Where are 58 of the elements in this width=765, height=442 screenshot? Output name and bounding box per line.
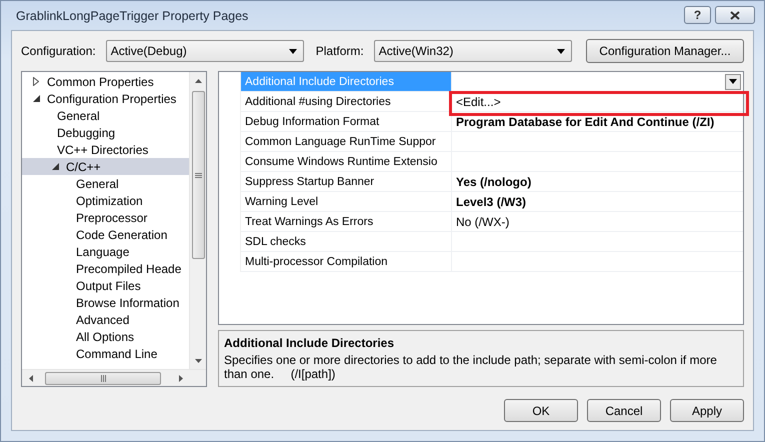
tree-item[interactable]: Advanced [22, 311, 189, 328]
property-value[interactable]: No (/WX-) [456, 214, 510, 228]
window-title: GrablinkLongPageTrigger Property Pages [16, 8, 248, 22]
property-name[interactable]: Warning Level [241, 192, 452, 211]
tree-item[interactable]: C/C++ [22, 158, 189, 175]
property-name[interactable]: Suppress Startup Banner [241, 172, 452, 191]
up-arrow-icon[interactable] [194, 78, 202, 82]
help-button[interactable]: ? [684, 6, 711, 24]
grip-icon [100, 374, 106, 382]
close-icon [730, 10, 740, 20]
tree-item[interactable]: Common Properties [22, 73, 189, 90]
property-value[interactable]: Level3 (/W3) [456, 194, 526, 208]
tree-item[interactable]: Configuration Properties [22, 90, 189, 107]
tree-item[interactable]: VC++ Directories [22, 141, 189, 158]
dropdown-button[interactable] [725, 74, 741, 90]
configuration-label: Configuration: [21, 44, 96, 58]
grip-icon [194, 172, 202, 178]
dialog-button[interactable]: Cancel [587, 399, 661, 422]
property-value[interactable]: Program Database for Edit And Continue (/ZI) [456, 114, 714, 128]
property-value[interactable]: <Edit...> [456, 94, 501, 108]
down-arrow-icon[interactable] [194, 358, 202, 362]
caret-icon [288, 48, 297, 54]
platform-label: Platform: [316, 44, 364, 58]
configuration-dropdown[interactable]: Active(Debug) [106, 40, 304, 62]
tree-item[interactable]: Debugging [22, 124, 189, 141]
tree-item[interactable]: Output Files [22, 277, 189, 294]
tree-item[interactable]: Optimization [22, 192, 189, 209]
dialog-button[interactable]: OK [504, 399, 578, 422]
tree-item[interactable]: All Options [22, 328, 189, 345]
tree-item[interactable]: Browse Information [22, 294, 189, 311]
vertical-scrollbar[interactable] [189, 72, 206, 369]
right-arrow-icon[interactable] [178, 374, 182, 382]
tree-item[interactable]: General [22, 107, 189, 124]
scroll-thumb[interactable] [192, 91, 204, 259]
property-value[interactable]: Yes (/nologo) [456, 174, 532, 188]
property-name[interactable]: Additional #using Directories [241, 92, 452, 111]
property-name[interactable]: Debug Information Format [241, 112, 452, 131]
tree-item[interactable]: Code Generation [22, 226, 189, 243]
description-text: Specifies one or more directories to add to the include path; separate with semi-colon if more than one. (/I[path]) [224, 353, 718, 381]
tree-item[interactable]: Command Line [22, 345, 189, 362]
tree-item[interactable]: General [22, 175, 189, 192]
configuration-manager-button[interactable]: Configuration Manager... [586, 39, 744, 63]
horizontal-scrollbar[interactable] [22, 369, 206, 386]
dialog-button[interactable]: Apply [670, 399, 744, 422]
description-title: Additional Include Directories [224, 336, 396, 350]
collapsed-triangle-icon[interactable] [33, 77, 39, 86]
expanded-triangle-icon[interactable] [32, 95, 40, 102]
tree-item[interactable]: Language [22, 243, 189, 260]
caret-icon [556, 48, 565, 54]
tree-item[interactable]: Precompiled Heade [22, 260, 189, 277]
tree-item[interactable]: Preprocessor [22, 209, 189, 226]
property-name[interactable]: Treat Warnings As Errors [241, 212, 452, 231]
expanded-triangle-icon[interactable] [52, 163, 58, 170]
close-button[interactable] [715, 6, 755, 24]
left-arrow-icon[interactable] [28, 374, 32, 382]
caret-icon [729, 79, 737, 84]
platform-dropdown[interactable]: Active(Win32) [374, 40, 572, 62]
scroll-thumb[interactable] [45, 372, 161, 384]
